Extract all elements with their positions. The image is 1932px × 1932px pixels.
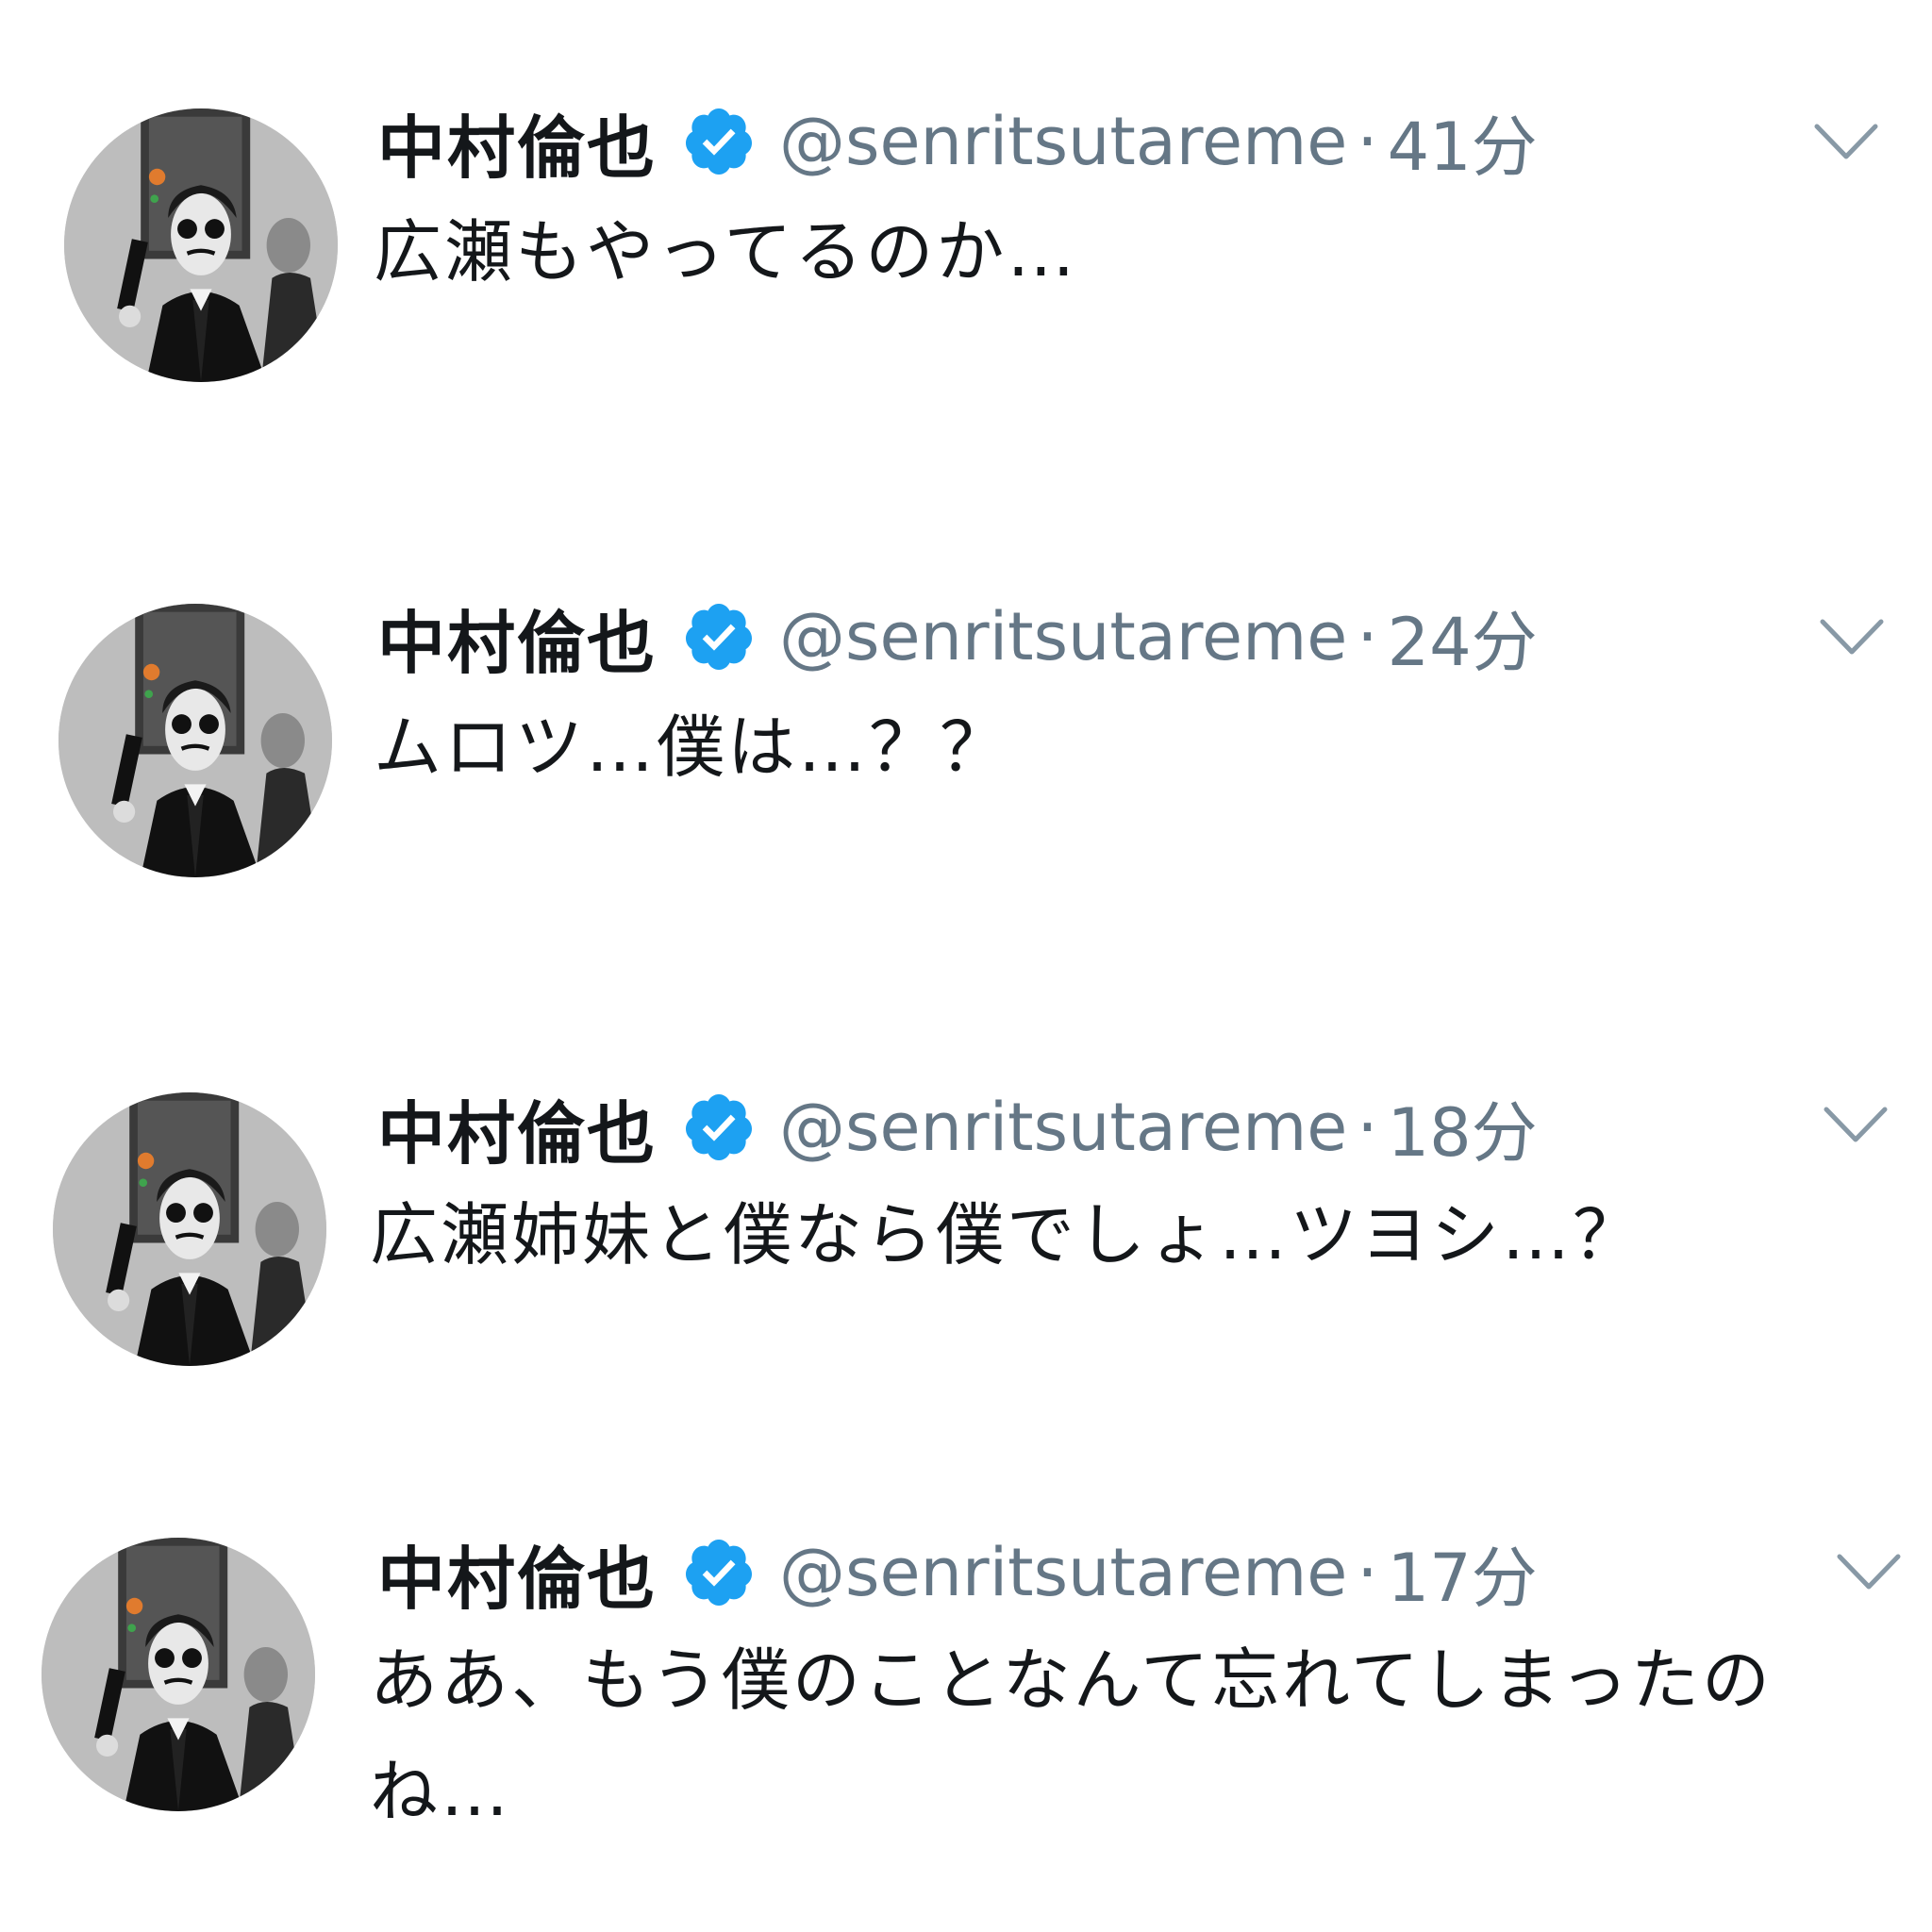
avatar[interactable]: [53, 1092, 326, 1366]
display-name[interactable]: 中村倫也: [377, 1524, 657, 1623]
tweet-menu-button[interactable]: [1836, 1551, 1902, 1594]
avatar[interactable]: [58, 604, 332, 877]
tweet-menu-button[interactable]: [1823, 1104, 1889, 1147]
user-handle[interactable]: @senritsutareme: [779, 598, 1347, 675]
user-handle[interactable]: @senritsutareme: [779, 1089, 1347, 1166]
profile-photo: [58, 604, 332, 877]
chevron-down-icon: [1837, 1554, 1901, 1590]
avatar[interactable]: [42, 1538, 315, 1811]
verified-badge-icon: [686, 1094, 753, 1160]
separator-dot: ·: [1357, 598, 1378, 675]
tweet-text: 広瀬姉妹と僕なら僕でしょ…ツヨシ…？: [370, 1195, 1644, 1274]
display-name[interactable]: 中村倫也: [377, 588, 657, 687]
timestamp[interactable]: 24分: [1388, 590, 1538, 685]
user-handle[interactable]: @senritsutareme: [779, 1534, 1347, 1611]
tweet-text: ああ、もう僕のことなんて忘れてしまったのね…: [370, 1641, 1774, 1831]
separator-dot: ·: [1357, 1534, 1378, 1611]
separator-dot: ·: [1357, 1089, 1378, 1166]
tweet-menu-button[interactable]: [1819, 616, 1885, 659]
timestamp[interactable]: 18分: [1388, 1080, 1538, 1175]
verified-badge-icon: [686, 1540, 753, 1606]
timestamp[interactable]: 17分: [1388, 1525, 1538, 1621]
profile-photo: [53, 1092, 326, 1366]
profile-photo: [42, 1538, 315, 1811]
chevron-down-icon: [1824, 1107, 1888, 1142]
chevron-down-icon: [1820, 619, 1884, 655]
tweet[interactable]: 中村倫也 @senritsutareme · 17分 ああ、もう僕のことなんて忘…: [0, 0, 1932, 1831]
verified-badge-icon: [686, 604, 753, 670]
display-name[interactable]: 中村倫也: [377, 1078, 657, 1177]
tweet-text: ムロツ…僕は…？？: [374, 708, 1011, 787]
